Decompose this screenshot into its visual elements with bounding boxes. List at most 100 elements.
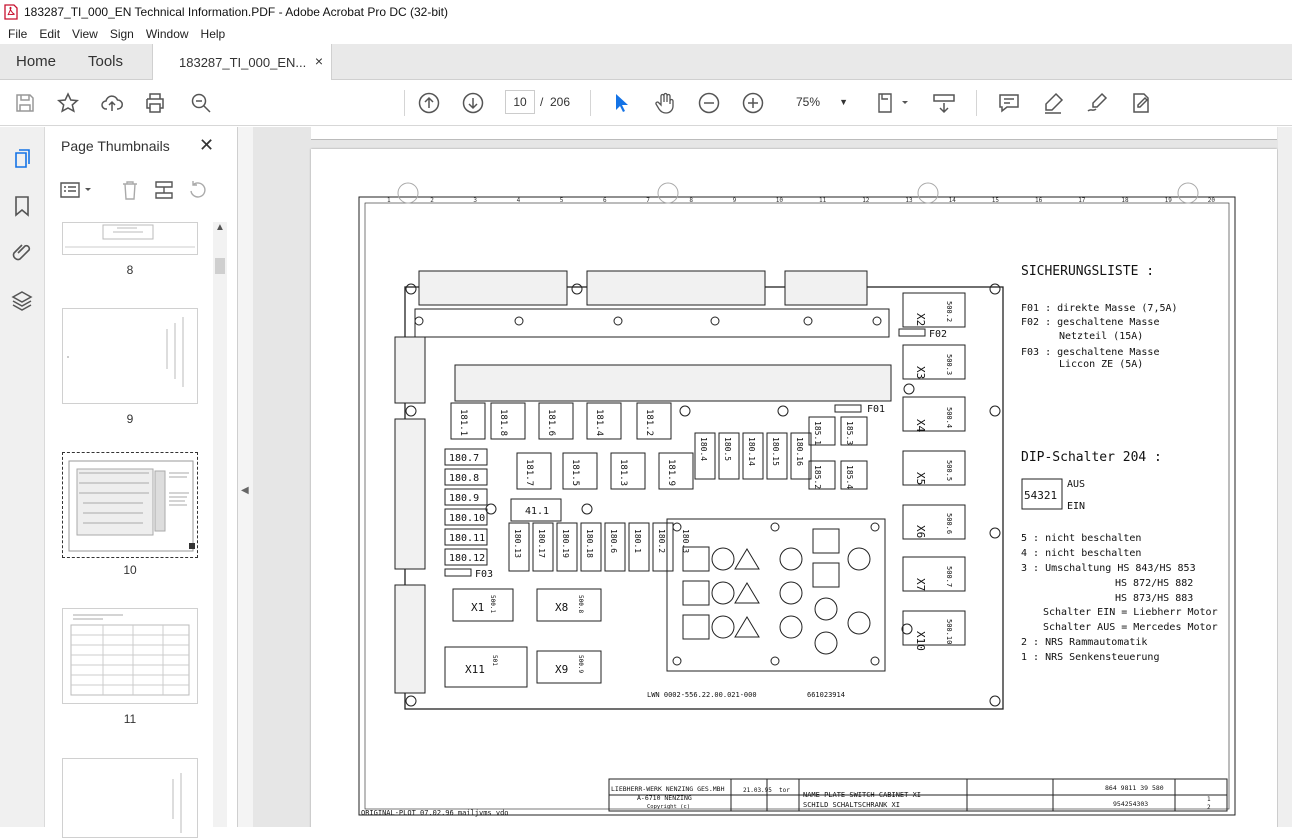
dip-aus: AUS xyxy=(1067,479,1085,490)
close-panel-icon[interactable]: ✕ xyxy=(199,135,214,156)
zoom-value: 75% xyxy=(796,95,821,109)
menu-bar: File Edit View Sign Window Help xyxy=(0,24,1292,44)
sign-pen-icon[interactable] xyxy=(1085,91,1109,115)
relay-label: 180.11 xyxy=(449,533,485,544)
highlight-pen-icon[interactable] xyxy=(1041,91,1065,115)
relay-label: 180.1 xyxy=(633,529,642,553)
menu-view[interactable]: View xyxy=(66,27,104,41)
tab-home[interactable]: Home xyxy=(16,44,56,80)
print-icon[interactable] xyxy=(143,91,167,115)
close-tab-icon[interactable]: × xyxy=(315,53,323,69)
issued-date: 21.03.95 xyxy=(743,787,772,794)
grid-number: 11 xyxy=(819,197,827,204)
connector-label-right: X6 xyxy=(914,525,927,538)
menu-window[interactable]: Window xyxy=(140,27,195,41)
fuse-line: F03 : geschaltene Masse xyxy=(1021,347,1159,358)
next-page-icon[interactable] xyxy=(461,91,485,115)
grid-number: 2 xyxy=(430,197,434,204)
dip-line: HS 872/HS 882 xyxy=(1115,578,1193,589)
bookmark-star-icon[interactable] xyxy=(56,91,80,115)
zoom-search-icon[interactable] xyxy=(189,91,213,115)
dip-line: Schalter AUS = Mercedes Motor xyxy=(1043,622,1218,633)
scroll-thumb[interactable] xyxy=(215,258,225,274)
zoom-select[interactable]: 75% ▼ xyxy=(786,90,854,114)
connector-label-right: X5 xyxy=(914,472,927,485)
attachment-icon[interactable] xyxy=(10,240,34,264)
company-address: A-6710 NENZING xyxy=(637,794,692,802)
scroll-mode-icon[interactable] xyxy=(932,91,956,115)
dip-line: 1 : NRS Senkensteuerung xyxy=(1021,652,1159,663)
scroll-up-icon[interactable]: ▲ xyxy=(215,222,225,233)
panel-collapse-handle[interactable]: ◀ xyxy=(238,127,253,827)
grid-number: 7 xyxy=(646,197,650,204)
menu-edit[interactable]: Edit xyxy=(33,27,66,41)
grid-number: 4 xyxy=(517,197,521,204)
thumbnail-options-icon[interactable] xyxy=(59,179,95,201)
save-icon[interactable] xyxy=(13,91,37,115)
tab-document-label: 183287_TI_000_EN... xyxy=(179,55,307,70)
page-number-input[interactable]: 10 xyxy=(505,90,535,114)
connector-code-bottom: 501 xyxy=(491,655,498,666)
thumbnail-label: 9 xyxy=(126,412,134,426)
menu-help[interactable]: Help xyxy=(195,27,232,41)
connector-code-right: 500.4 xyxy=(945,407,953,428)
upload-cloud-icon[interactable] xyxy=(100,91,124,115)
delete-page-icon[interactable] xyxy=(119,179,141,201)
document-scrollbar[interactable] xyxy=(1278,127,1292,827)
grid-number: 9 xyxy=(733,197,737,204)
select-cursor-icon[interactable] xyxy=(610,91,634,115)
thumbnail-page-8[interactable] xyxy=(62,222,198,255)
dip-line: 4 : nicht beschalten xyxy=(1021,548,1141,559)
menu-sign[interactable]: Sign xyxy=(104,27,140,41)
page-fit-icon[interactable] xyxy=(876,91,912,115)
relay-label: 180.5 xyxy=(723,437,732,461)
bookmark-icon[interactable] xyxy=(10,194,34,218)
page-thumbnails-icon[interactable] xyxy=(10,147,34,171)
toolbar-divider xyxy=(976,90,977,116)
tab-row: Home Tools 183287_TI_000_EN... × xyxy=(0,44,1292,81)
thumbnail-page-12[interactable] xyxy=(62,758,198,838)
zoom-out-icon[interactable] xyxy=(697,91,721,115)
name-line-1: NAME PLATE SWITCH CABINET XI xyxy=(803,791,921,799)
relay-label: 180.8 xyxy=(449,473,479,484)
thumbnail-scrollbar[interactable]: ▲ xyxy=(213,222,227,827)
relay-label: 180.16 xyxy=(795,437,804,466)
thumbnail-label: 8 xyxy=(126,263,134,277)
previous-page-icon[interactable] xyxy=(417,91,441,115)
relay-41-1: 41.1 xyxy=(525,506,549,517)
menu-file[interactable]: File xyxy=(2,27,33,41)
thumbnail-page-9[interactable] xyxy=(62,308,198,404)
tab-tools[interactable]: Tools xyxy=(88,44,123,80)
relay-label: 180.4 xyxy=(699,437,708,461)
rotate-page-icon[interactable] xyxy=(187,179,209,201)
chevron-left-icon[interactable]: ◀ xyxy=(241,485,249,496)
edit-pdf-icon[interactable] xyxy=(1129,91,1153,115)
relay-label: 185.2 xyxy=(813,465,822,489)
tab-document[interactable]: 183287_TI_000_EN... × xyxy=(152,44,332,81)
name-line-2: SCHILD SCHALTSCHRANK XI xyxy=(803,801,900,809)
thumbnail-page-10[interactable] xyxy=(62,452,198,558)
hand-tool-icon[interactable] xyxy=(653,91,677,115)
comment-icon[interactable] xyxy=(997,91,1021,115)
layers-icon[interactable] xyxy=(10,289,34,313)
grid-number: 14 xyxy=(949,197,957,204)
copyright: Copyright (c) xyxy=(647,804,690,810)
grid-number: 19 xyxy=(1165,197,1173,204)
relay-label: 180.7 xyxy=(449,453,479,464)
thumbnails-panel: Page Thumbnails ✕ 8 9 10 11 ▲ xyxy=(45,127,238,838)
dip-line: 2 : NRS Rammautomatik xyxy=(1021,637,1147,648)
id-number: 954254303 xyxy=(1113,800,1148,808)
grid-number: 5 xyxy=(560,197,564,204)
toolbar-divider xyxy=(590,90,591,116)
extract-page-icon[interactable] xyxy=(153,179,175,201)
document-viewport[interactable]: 1 2 3 4 5 6 7 8 9 10 11 12 13 14 15 16 17 18 19 20 SICHERUN… xyxy=(253,127,1292,827)
page-total: 206 xyxy=(550,95,571,109)
relay-label: 181.1 xyxy=(458,409,468,436)
thumbnail-label: 11 xyxy=(123,712,137,726)
zoom-in-icon[interactable] xyxy=(741,91,765,115)
dip-line: 3 : Umschaltung HS 843/HS 853 xyxy=(1021,563,1196,574)
wiring-diagram: 1 2 3 4 5 6 7 8 9 10 11 12 13 14 15 16 17 18 19 20 SICHERUN… xyxy=(358,182,1236,817)
chevron-down-icon: ▼ xyxy=(839,97,848,107)
thumbnail-page-11[interactable] xyxy=(62,608,198,704)
connector-label-right: X7 xyxy=(914,578,927,591)
